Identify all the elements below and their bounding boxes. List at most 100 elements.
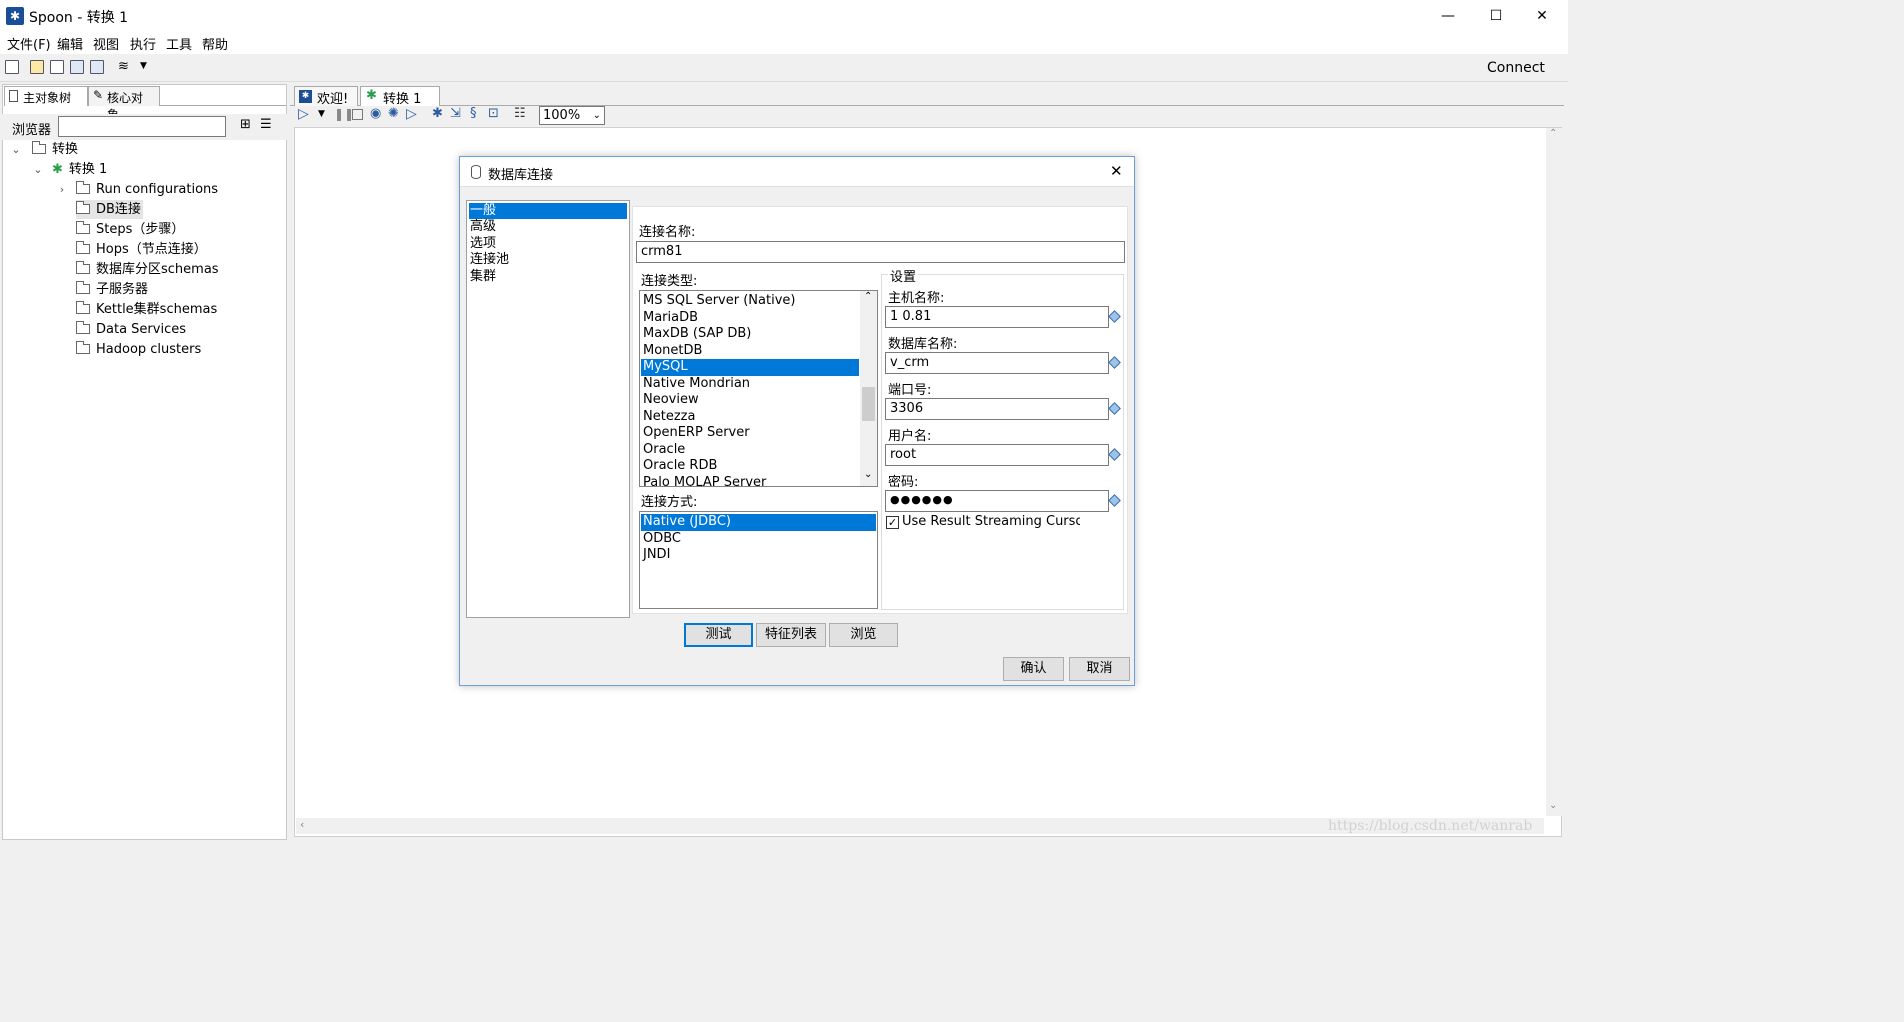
category-options[interactable]: 选项 bbox=[469, 236, 627, 252]
verify-icon[interactable]: ✱ bbox=[432, 106, 443, 121]
conn-type-item[interactable]: Neoview bbox=[641, 392, 859, 409]
password-input[interactable]: ●●●●●● bbox=[885, 490, 1109, 512]
editor-tabs: ✱ 欢迎! ✱ 转换 1 ⊠ bbox=[290, 84, 1564, 121]
tree-item-hadoop-clusters[interactable]: Hadoop clusters bbox=[8, 340, 284, 360]
access-item[interactable]: ODBC bbox=[641, 531, 876, 548]
explore-repo-icon[interactable] bbox=[50, 60, 64, 74]
tree-item-db-connections[interactable]: DB连接 bbox=[8, 200, 284, 220]
close-icon[interactable]: ✕ bbox=[1110, 162, 1123, 180]
scroll-up-icon[interactable]: ⌃ bbox=[864, 291, 872, 302]
conn-type-item[interactable]: Oracle RDB bbox=[641, 458, 859, 475]
save-as-icon[interactable] bbox=[90, 60, 104, 74]
dialog-title: 数据库连接 bbox=[488, 168, 554, 183]
layers-icon[interactable]: ≋ bbox=[118, 60, 132, 74]
host-label: 主机名称: bbox=[888, 291, 945, 306]
conn-name-input[interactable]: crm81 bbox=[636, 241, 1125, 263]
show-results-icon[interactable]: ☷ bbox=[514, 106, 526, 121]
feature-list-button[interactable]: 特征列表 bbox=[756, 623, 826, 647]
db-name-label: 数据库名称: bbox=[888, 337, 958, 352]
conn-type-item-selected[interactable]: MySQL bbox=[641, 359, 859, 376]
maximize-button[interactable]: ☐ bbox=[1472, 0, 1520, 32]
tree-item-partition-schemas[interactable]: 数据库分区schemas bbox=[8, 260, 284, 280]
conn-type-item[interactable]: MS SQL Server (Native) bbox=[641, 293, 859, 310]
tree-node-trans-1[interactable]: ⌄ ✱ 转换 1 bbox=[8, 160, 284, 180]
tree-item-steps[interactable]: Steps（步骤） bbox=[8, 220, 284, 240]
scroll-thumb[interactable] bbox=[862, 387, 875, 421]
replay-icon[interactable]: ▷ bbox=[406, 106, 417, 122]
conn-type-item[interactable]: Netezza bbox=[641, 409, 859, 426]
pencil-icon: ✎ bbox=[93, 88, 104, 102]
ok-button[interactable]: 确认 bbox=[1003, 657, 1064, 681]
scroll-up-icon[interactable]: ⌃ bbox=[1549, 128, 1557, 139]
debug-icon[interactable]: ✺ bbox=[388, 106, 399, 121]
scroll-left-icon[interactable]: ‹ bbox=[300, 818, 304, 831]
dialog-titlebar: 数据库连接 ✕ bbox=[460, 157, 1134, 187]
db-name-input[interactable]: v_crm bbox=[885, 352, 1109, 374]
conn-type-item[interactable]: Oracle bbox=[641, 442, 859, 459]
conn-type-item[interactable]: Palo MOLAP Server bbox=[641, 475, 859, 487]
username-input[interactable]: root bbox=[885, 444, 1109, 466]
open-file-icon[interactable] bbox=[30, 60, 44, 74]
sql-icon[interactable]: § bbox=[470, 106, 477, 121]
collapse-all-icon[interactable]: ☰ bbox=[260, 117, 272, 132]
chevron-right-icon[interactable]: › bbox=[54, 180, 70, 200]
conn-type-item[interactable]: OpenERP Server bbox=[641, 425, 859, 442]
tree-item-run-config[interactable]: › Run configurations bbox=[8, 180, 284, 200]
tree-node-transformations[interactable]: ⌄ 转换 bbox=[8, 140, 284, 160]
chevron-down-icon[interactable]: ⌄ bbox=[8, 140, 24, 160]
chevron-down-icon[interactable]: ⌄ bbox=[30, 160, 46, 180]
zoom-select[interactable]: 100% ⌄ bbox=[539, 106, 605, 125]
streaming-checkbox[interactable]: ✓ bbox=[886, 516, 899, 529]
scroll-down-icon[interactable]: ⌄ bbox=[864, 469, 872, 480]
tree-item-hops[interactable]: Hops（节点连接） bbox=[8, 240, 284, 260]
conn-type-item[interactable]: Native Mondrian bbox=[641, 376, 859, 393]
explore-button[interactable]: 浏览 bbox=[829, 623, 898, 647]
access-item[interactable]: JNDI bbox=[641, 547, 876, 564]
port-input[interactable]: 3306 bbox=[885, 398, 1109, 420]
access-item-selected[interactable]: Native (JDBC) bbox=[641, 514, 876, 531]
category-pooling[interactable]: 连接池 bbox=[469, 252, 627, 268]
conn-type-scrollbar[interactable]: ⌃ ⌄ bbox=[860, 291, 877, 486]
tree-item-slave-servers[interactable]: 子服务器 bbox=[8, 280, 284, 300]
test-button[interactable]: 测试 bbox=[684, 623, 753, 647]
menu-edit[interactable]: 编辑 bbox=[57, 34, 83, 53]
menu-tools[interactable]: 工具 bbox=[166, 34, 192, 53]
tree-item-data-services[interactable]: Data Services bbox=[8, 320, 284, 340]
menu-view[interactable]: 视图 bbox=[93, 34, 119, 53]
chevron-down-icon[interactable]: ▼ bbox=[318, 109, 325, 119]
menu-file[interactable]: 文件(F) bbox=[7, 34, 51, 53]
tab-main-tree[interactable]: 主对象树 bbox=[4, 86, 88, 106]
folder-icon bbox=[76, 321, 90, 334]
host-input[interactable]: 1 0.81 bbox=[885, 306, 1109, 328]
category-advanced[interactable]: 高级 bbox=[469, 219, 627, 235]
chevron-down-icon[interactable]: ▼ bbox=[140, 61, 147, 71]
preview-icon[interactable]: ◉ bbox=[370, 106, 381, 121]
menu-help[interactable]: 帮助 bbox=[202, 34, 228, 53]
folder-icon bbox=[76, 341, 90, 354]
scroll-down-icon[interactable]: ⌄ bbox=[1549, 800, 1557, 811]
explore-db-icon[interactable]: ⊡ bbox=[488, 106, 499, 121]
cancel-button[interactable]: 取消 bbox=[1069, 657, 1130, 681]
category-clustering[interactable]: 集群 bbox=[469, 269, 627, 285]
tree-item-cluster-schemas[interactable]: Kettle集群schemas bbox=[8, 300, 284, 320]
category-general[interactable]: 一般 bbox=[469, 203, 627, 219]
conn-type-item[interactable]: MonetDB bbox=[641, 343, 859, 360]
close-button[interactable]: ✕ bbox=[1518, 0, 1566, 32]
conn-type-item[interactable]: MaxDB (SAP DB) bbox=[641, 326, 859, 343]
browser-search-input[interactable] bbox=[58, 116, 226, 137]
new-file-icon[interactable] bbox=[5, 60, 19, 74]
run-icon[interactable]: ▷ bbox=[298, 106, 309, 122]
save-icon[interactable] bbox=[70, 60, 84, 74]
tab-welcome[interactable]: ✱ 欢迎! bbox=[294, 86, 358, 107]
conn-type-item[interactable]: MariaDB bbox=[641, 310, 859, 327]
tab-trans-1[interactable]: ✱ 转换 1 ⊠ bbox=[360, 86, 440, 121]
impact-icon[interactable]: ⇲ bbox=[450, 106, 461, 121]
expand-all-icon[interactable]: ⊞ bbox=[240, 117, 251, 132]
connect-button[interactable]: Connect bbox=[1487, 60, 1545, 76]
menu-run[interactable]: 执行 bbox=[130, 34, 156, 53]
tab-core-objects[interactable]: ✎ 核心对象 bbox=[88, 86, 160, 122]
username-label: 用户名: bbox=[888, 429, 932, 444]
minimize-button[interactable]: — bbox=[1424, 0, 1472, 32]
vertical-scrollbar[interactable]: ⌃ ⌄ bbox=[1546, 128, 1562, 816]
stop-icon[interactable] bbox=[352, 109, 363, 120]
